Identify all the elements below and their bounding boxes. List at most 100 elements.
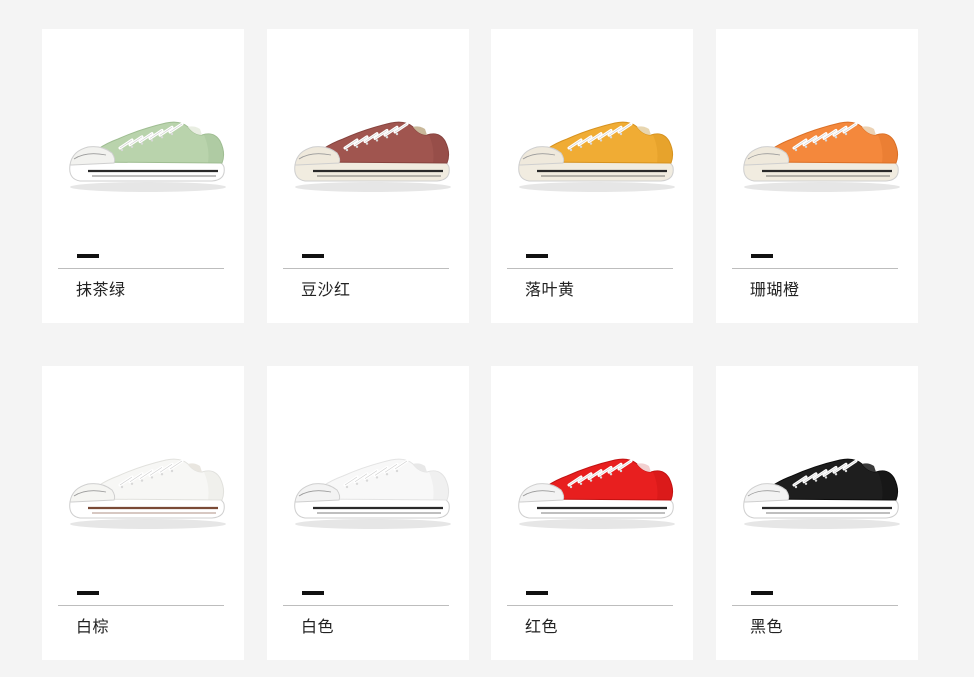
eyelet [130, 145, 134, 148]
eyelet [140, 479, 144, 482]
accent-dash [751, 254, 773, 258]
eyelet [385, 136, 389, 139]
shadow [519, 182, 675, 192]
eyelet [375, 476, 379, 479]
shadow [519, 519, 675, 529]
eyelet [345, 485, 349, 489]
sneaker-illustration [743, 121, 900, 192]
eyelet [120, 148, 124, 152]
eyelet [365, 142, 369, 145]
accent-dash [302, 254, 324, 258]
sneaker-illustration [518, 458, 675, 529]
eyelet [814, 142, 818, 145]
product-card-bean-red[interactable]: 豆沙红 [267, 29, 469, 323]
shoe-image [62, 107, 232, 197]
eyelet [599, 139, 603, 142]
sneaker-illustration [518, 121, 675, 192]
eyelet [579, 145, 583, 148]
eyelet [365, 479, 369, 482]
eyelet [355, 145, 359, 148]
eyelet [170, 132, 174, 136]
color-name-label: 红色 [525, 617, 559, 636]
eyelet [814, 479, 818, 482]
sneaker-illustration [69, 121, 226, 192]
shoe-image [511, 107, 681, 197]
color-name-label: 落叶黄 [525, 280, 575, 299]
shadow [744, 182, 900, 192]
divider-line [507, 605, 673, 606]
eyelet [834, 473, 838, 476]
eyelet [569, 485, 573, 489]
divider-line [732, 605, 898, 606]
shadow [295, 519, 451, 529]
shadow [295, 182, 451, 192]
accent-dash [77, 591, 99, 595]
shoe-image [62, 444, 232, 534]
eyelet [794, 485, 798, 489]
color-name-label: 白棕 [76, 617, 110, 636]
eyelet [160, 136, 164, 139]
accent-dash [526, 254, 548, 258]
accent-dash [77, 254, 99, 258]
eyelet [140, 142, 144, 145]
eyelet [834, 136, 838, 139]
shoe-image [736, 107, 906, 197]
accent-dash [302, 591, 324, 595]
divider-line [283, 268, 449, 269]
divider-line [283, 605, 449, 606]
eyelet [589, 142, 593, 145]
product-card-coral-orange[interactable]: 珊瑚橙 [716, 29, 918, 323]
shoe-image [287, 444, 457, 534]
divider-line [507, 268, 673, 269]
color-name-label: 豆沙红 [301, 280, 351, 299]
sneaker-illustration [294, 458, 451, 529]
shoe-image [511, 444, 681, 534]
color-name-label: 黑色 [750, 617, 784, 636]
eyelet [609, 136, 613, 139]
eyelet [385, 473, 389, 476]
shadow [70, 519, 226, 529]
eyelet [395, 469, 399, 473]
color-name-label: 白色 [301, 617, 335, 636]
accent-dash [526, 591, 548, 595]
product-card-matcha-green[interactable]: 抹茶绿 [42, 29, 244, 323]
eyelet [804, 145, 808, 148]
shadow [744, 519, 900, 529]
product-card-white[interactable]: 白色 [267, 366, 469, 660]
divider-line [58, 605, 224, 606]
eyelet [130, 482, 134, 485]
eyelet [120, 485, 124, 489]
eyelet [824, 139, 828, 142]
divider-line [58, 268, 224, 269]
eyelet [170, 469, 174, 473]
sneaker-illustration [69, 458, 226, 529]
product-card-leaf-yellow[interactable]: 落叶黄 [491, 29, 693, 323]
eyelet [579, 482, 583, 485]
eyelet [619, 132, 623, 136]
eyelet [375, 139, 379, 142]
eyelet [824, 476, 828, 479]
eyelet [794, 148, 798, 152]
product-color-grid: 抹茶绿 豆沙红 落叶黄 珊瑚橙 白棕 白色 红色 黑色 [0, 0, 974, 677]
product-card-red[interactable]: 红色 [491, 366, 693, 660]
color-name-label: 珊瑚橙 [750, 280, 800, 299]
eyelet [619, 469, 623, 473]
sneaker-illustration [743, 458, 900, 529]
accent-dash [751, 591, 773, 595]
eyelet [150, 139, 154, 142]
product-card-white-brown[interactable]: 白棕 [42, 366, 244, 660]
divider-line [732, 268, 898, 269]
sneaker-illustration [294, 121, 451, 192]
eyelet [345, 148, 349, 152]
shoe-image [736, 444, 906, 534]
eyelet [804, 482, 808, 485]
color-name-label: 抹茶绿 [76, 280, 126, 299]
shoe-image [287, 107, 457, 197]
eyelet [569, 148, 573, 152]
eyelet [599, 476, 603, 479]
eyelet [150, 476, 154, 479]
eyelet [609, 473, 613, 476]
eyelet [844, 469, 848, 473]
eyelet [844, 132, 848, 136]
product-card-black[interactable]: 黑色 [716, 366, 918, 660]
